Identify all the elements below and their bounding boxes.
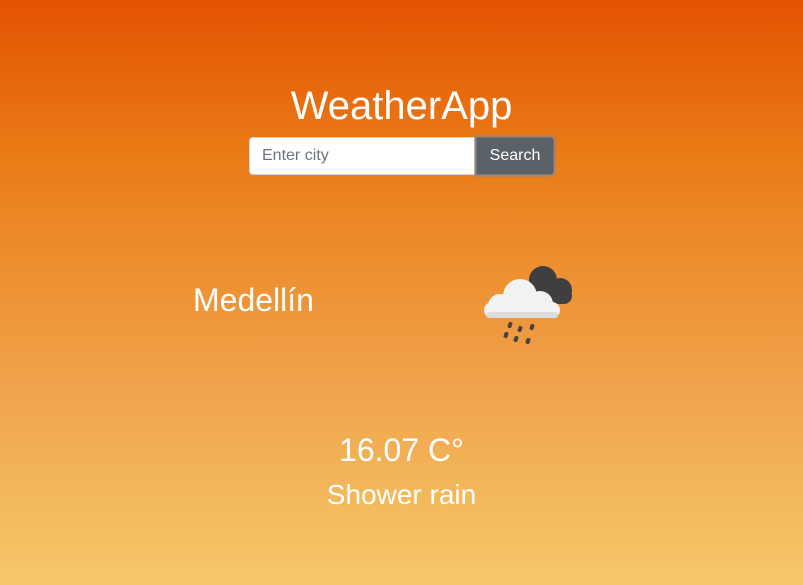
temperature-value: 16.07 C° xyxy=(339,432,464,468)
search-form: Search xyxy=(249,137,554,175)
city-search-input[interactable] xyxy=(249,137,475,175)
shower-rain-cloud-icon xyxy=(484,266,572,345)
weather-description: Shower rain xyxy=(326,479,477,510)
city-name: Medellín xyxy=(193,282,314,318)
search-button[interactable]: Search xyxy=(476,137,554,175)
app-title: WeatherApp xyxy=(290,84,513,128)
